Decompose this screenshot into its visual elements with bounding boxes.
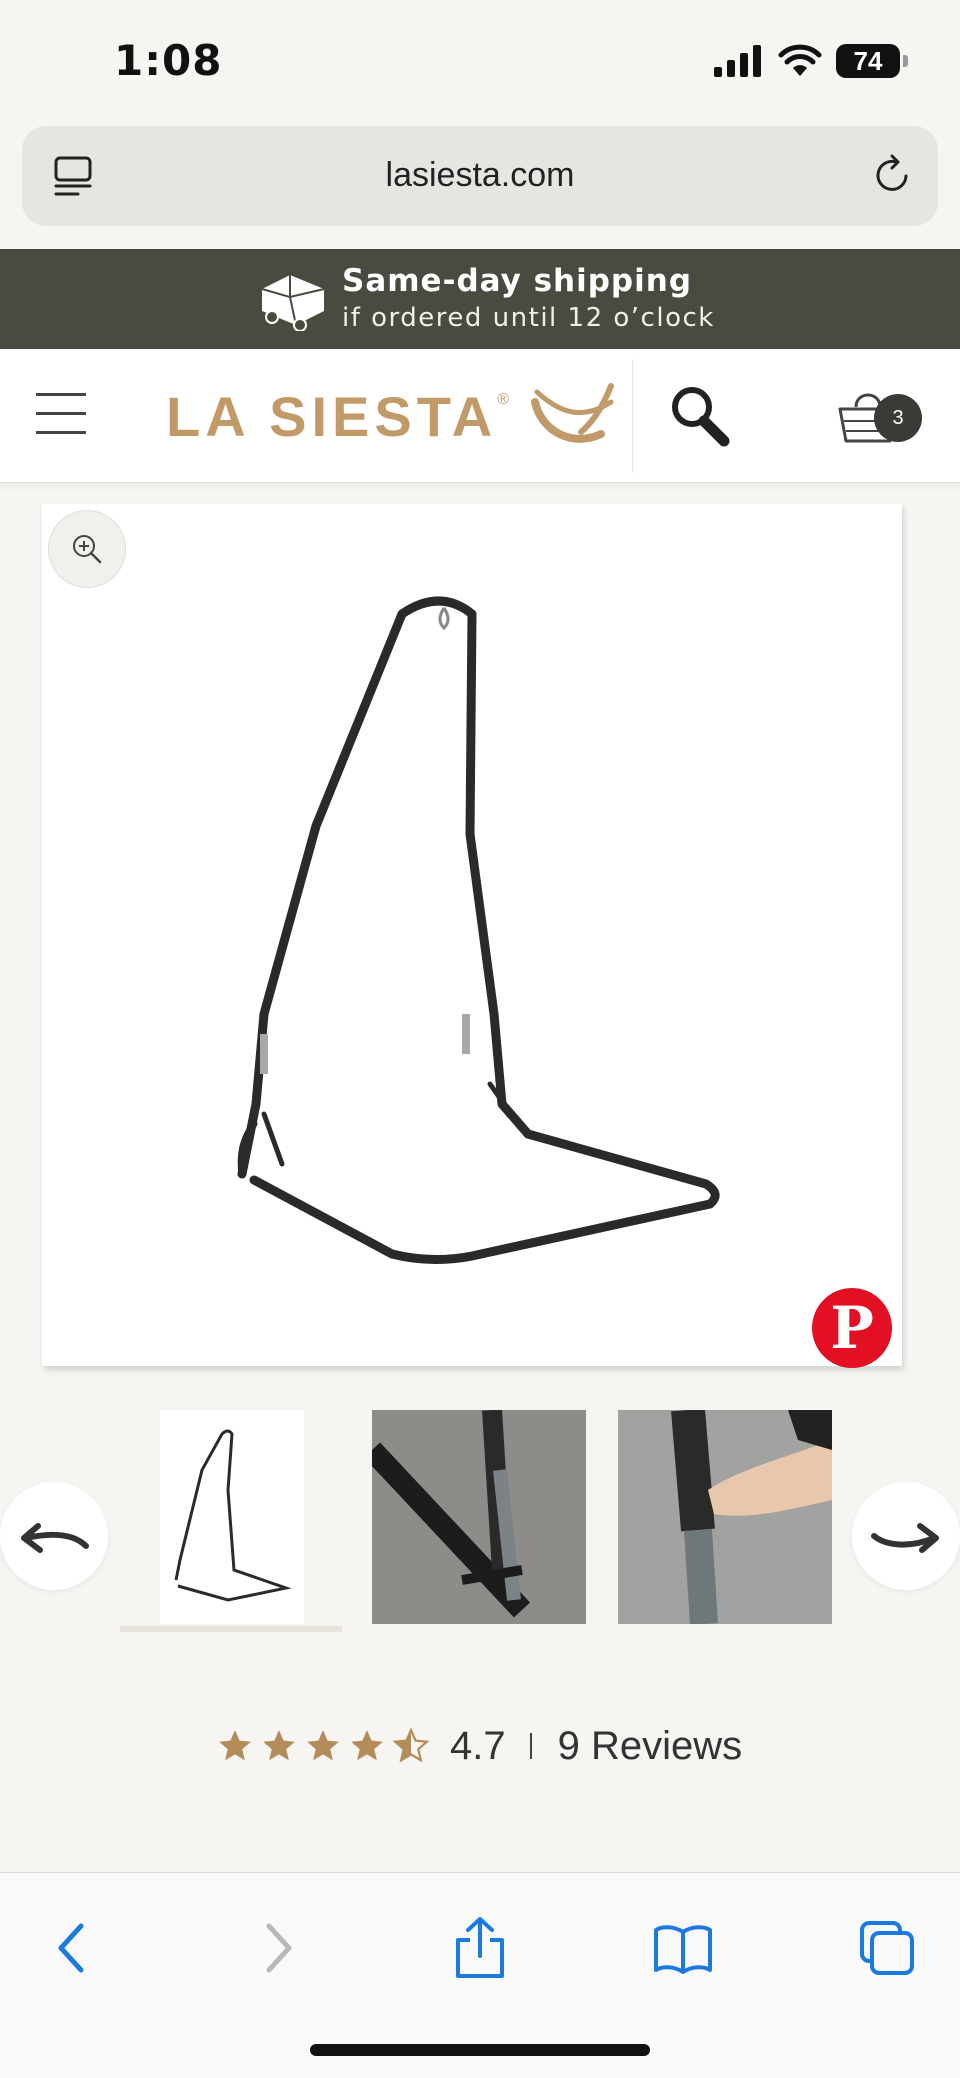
arrow-right-icon <box>871 1523 939 1553</box>
thumbnail-1[interactable] <box>160 1410 304 1624</box>
thumbnail-pole-adjust <box>618 1410 832 1624</box>
address-bar[interactable]: lasiesta.com <box>22 126 938 226</box>
rating-stars <box>216 1727 430 1765</box>
star-icon <box>263 1730 295 1761</box>
previous-image-button[interactable] <box>0 1482 108 1590</box>
pinterest-button[interactable]: P <box>812 1288 892 1368</box>
site-header: LA SIESTA ® <box>0 349 960 483</box>
product-main-image[interactable]: P <box>42 504 902 1368</box>
url-text[interactable]: lasiesta.com <box>22 156 938 195</box>
tabs-overview-button[interactable] <box>852 1913 922 1983</box>
back-button[interactable] <box>36 1913 106 1983</box>
arrow-left-icon <box>21 1523 89 1553</box>
next-image-button[interactable] <box>852 1482 960 1590</box>
forward-button[interactable] <box>244 1913 314 1983</box>
thumbnail-strip <box>0 1410 960 1640</box>
menu-icon[interactable] <box>36 393 86 437</box>
shipping-subtitle: if ordered until 12 o’clock <box>342 303 715 333</box>
bookmarks-button[interactable] <box>648 1913 718 1983</box>
pinterest-icon: P <box>830 1294 874 1362</box>
product-rating[interactable]: 4.7 9 Reviews <box>216 1716 742 1776</box>
thumbnail-active-indicator <box>120 1626 342 1632</box>
thumbnail-stand-icon <box>174 1429 292 1602</box>
share-icon <box>456 1917 504 1978</box>
rating-separator <box>529 1733 532 1759</box>
status-icons: 74 <box>714 44 908 78</box>
reviews-link[interactable]: 9 Reviews <box>558 1724 743 1769</box>
battery-indicator: 74 <box>836 44 908 78</box>
home-indicator[interactable] <box>310 2044 650 2056</box>
thumbnail-base-closeup <box>372 1410 586 1624</box>
star-icon <box>307 1730 339 1761</box>
logo-registered-mark: ® <box>497 391 510 408</box>
share-button[interactable] <box>445 1913 515 1983</box>
thumbnail-2[interactable] <box>372 1410 586 1624</box>
logo-hammock-icon <box>531 383 615 443</box>
header-divider <box>632 359 633 473</box>
search-icon[interactable] <box>668 383 734 449</box>
shipping-title: Same-day shipping <box>342 263 693 299</box>
forward-icon <box>266 1923 292 1973</box>
logo-text: LA SIESTA <box>166 384 498 448</box>
back-icon <box>58 1923 84 1973</box>
signal-icon <box>714 45 761 77</box>
status-bar: 1:08 74 <box>0 0 960 120</box>
hammock-stand-image <box>237 596 720 1265</box>
reload-icon[interactable] <box>870 152 916 198</box>
thumbnail-3[interactable] <box>618 1410 832 1624</box>
site-logo[interactable]: LA SIESTA ® <box>166 381 617 451</box>
rating-value: 4.7 <box>450 1723 506 1768</box>
cart-count-badge[interactable]: 3 <box>874 394 922 442</box>
star-half-icon <box>392 1727 430 1763</box>
tabs-overview-icon <box>860 1921 914 1975</box>
star-icon <box>351 1730 383 1761</box>
truck-icon <box>261 275 325 331</box>
star-icon <box>219 1730 251 1761</box>
shipping-banner: Same-day shipping if ordered until 12 o’… <box>0 249 960 349</box>
wifi-icon <box>778 44 822 76</box>
bookmarks-icon <box>654 1925 712 1974</box>
status-time: 1:08 <box>114 36 223 85</box>
